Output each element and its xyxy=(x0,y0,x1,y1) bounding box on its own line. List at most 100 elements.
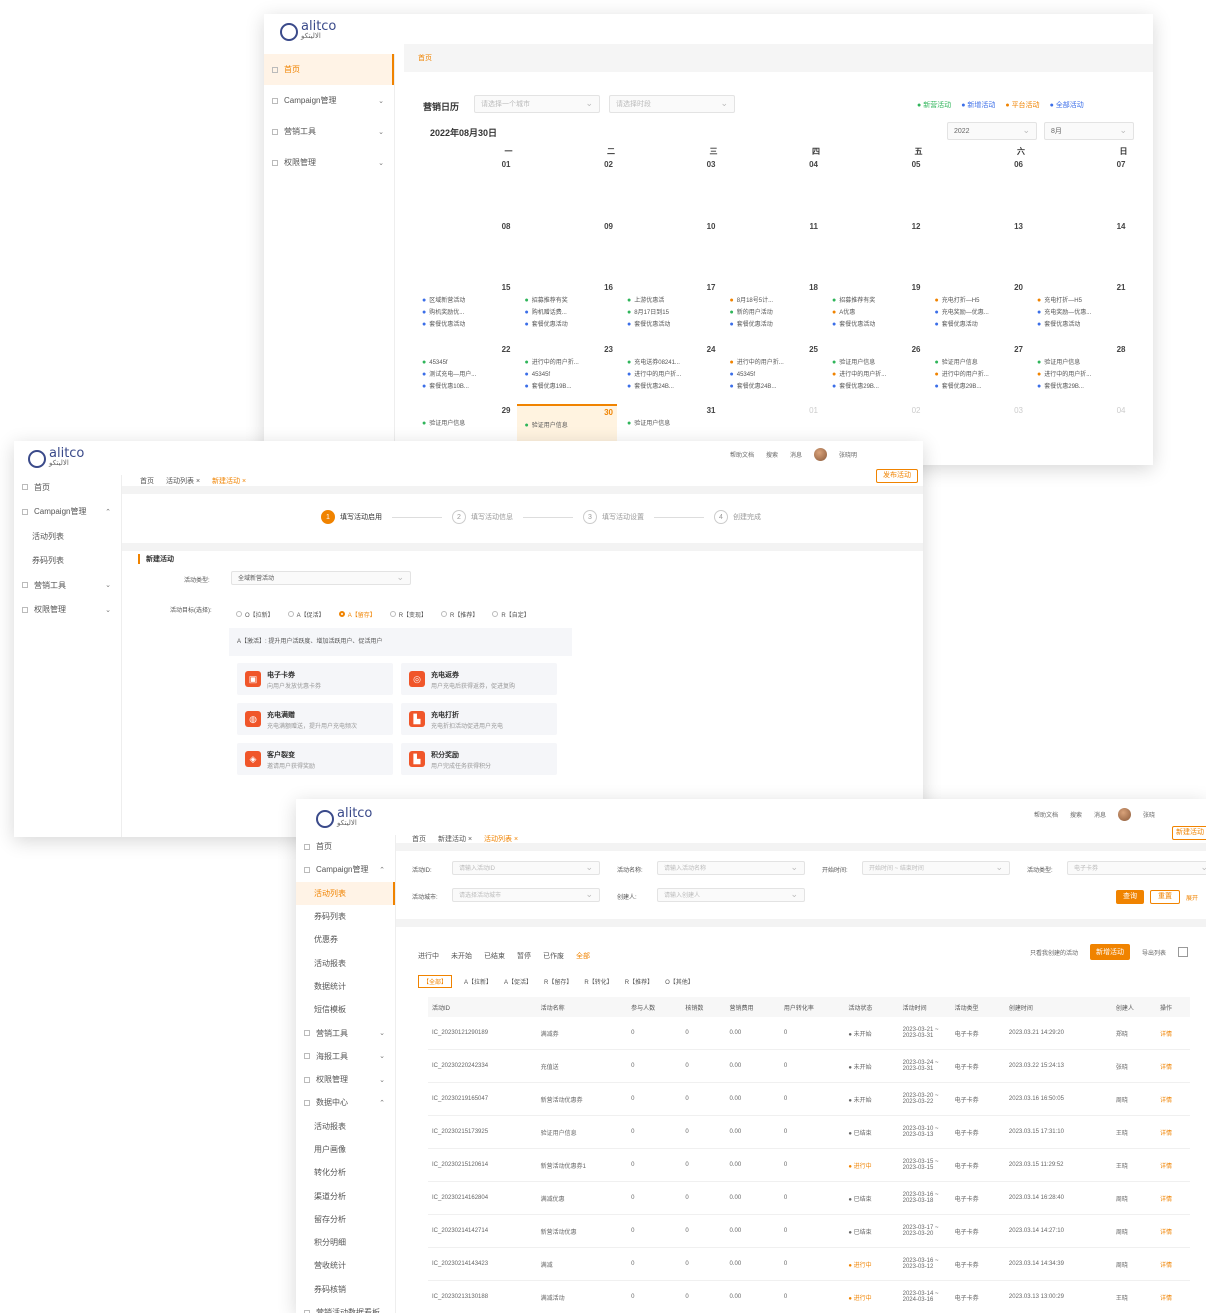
sidebar-item[interactable]: 权限管理 ⌄ xyxy=(14,598,121,623)
event-item[interactable]: ● 充电奖励—优惠... xyxy=(1037,307,1126,319)
event-item[interactable]: ● 套餐优惠29B... xyxy=(935,381,1024,393)
event-item[interactable]: ● 购机奖励优... xyxy=(422,307,511,319)
event-item[interactable]: ● 进行中的用户折... xyxy=(832,369,921,381)
legend-item[interactable]: 新营活动 xyxy=(917,100,951,110)
message-link[interactable]: 消息 xyxy=(1094,810,1106,819)
tab-item[interactable]: 新建活动 × xyxy=(212,476,246,486)
table-row[interactable]: IC_20230214162804 满减优惠 0 0 0.00 0 ● 已结束 2023-03… xyxy=(428,1181,1190,1215)
event-item[interactable]: ● 45345f xyxy=(422,357,511,369)
calendar-day[interactable]: 04 xyxy=(1029,404,1130,464)
calendar-day[interactable]: 24 ● 充电送券08241... ● 进行中的用户折... ● 套餐优惠24B... xyxy=(619,343,720,403)
table-row[interactable]: IC_20230213130188 满减活动 0 0 0.00 0 ● 进行中 2023-03… xyxy=(428,1280,1190,1313)
calendar-day[interactable]: 02 xyxy=(517,158,618,218)
sidebar-item[interactable]: Campaign管理 ⌃ xyxy=(14,500,121,525)
sidebar-item[interactable]: 券码核销 xyxy=(296,1278,395,1301)
goal-tab[interactable]: R【推荐】 xyxy=(625,977,653,986)
sidebar-item[interactable]: 数据中心 ⌃ xyxy=(296,1091,395,1114)
table-row[interactable]: IC_20230214142714 新营活动优惠 0 0 0.00 0 ● 已结束 2023-… xyxy=(428,1214,1190,1248)
type-select[interactable]: 全域新营活动 xyxy=(231,570,411,585)
calendar-day[interactable]: 28 ● 验证用户信息 ● 进行中的用户折... ● 套餐优惠29B... xyxy=(1029,343,1130,403)
tool-card[interactable]: ▙ 充电打折 充电折扣活动促进用户充电 xyxy=(401,703,557,735)
sidebar-item[interactable]: Campaign管理 ⌃ xyxy=(296,858,395,881)
tool-card[interactable]: ▣ 电子卡券 向用户发放优惠卡券 xyxy=(237,663,393,695)
filter-input[interactable]: 请输入活动ID xyxy=(452,860,600,875)
column-header[interactable]: 参与人数 xyxy=(627,997,682,1017)
sidebar-item[interactable]: 转化分析 xyxy=(296,1161,395,1184)
search-link[interactable]: 搜索 xyxy=(766,450,778,459)
table-row[interactable]: IC_20230121290189 满减券 0 0 0.00 0 ● 未开始 2023-03-… xyxy=(428,1017,1190,1050)
user-name[interactable]: 张晓 xyxy=(1143,810,1155,819)
sidebar-item[interactable]: 海报工具 ⌄ xyxy=(296,1045,395,1068)
legend-item[interactable]: 平台活动 xyxy=(1005,100,1040,110)
step-item[interactable]: 2 填写活动信息 xyxy=(452,510,513,524)
event-item[interactable]: ● 进行中的用户折... xyxy=(730,357,819,369)
tool-card[interactable]: ◍ 充电满赠 充电满额赠送，提升用户充电频次 xyxy=(237,703,393,735)
sidebar-item[interactable]: 营销工具 ⌄ xyxy=(296,1021,395,1044)
event-item[interactable]: ● 8月18号5计... xyxy=(730,295,819,307)
new-campaign-button[interactable]: 新建活动 xyxy=(1172,826,1206,840)
table-cell[interactable]: 详情 xyxy=(1155,1280,1190,1313)
column-header[interactable]: 营销费用 xyxy=(725,997,780,1017)
sidebar-item[interactable]: 活动报表 xyxy=(296,951,395,974)
sidebar-item[interactable]: 优惠券 xyxy=(296,928,395,951)
event-item[interactable]: ● A优惠 xyxy=(832,307,921,319)
sidebar-item[interactable]: 营销工具 ⌄ xyxy=(14,573,121,598)
column-header[interactable]: 活动类型 xyxy=(950,997,1005,1017)
column-header[interactable]: 操作 xyxy=(1155,997,1190,1017)
goal-tab[interactable]: 【全部】 xyxy=(418,975,453,988)
calendar-day[interactable]: 13 xyxy=(927,220,1028,280)
status-tab[interactable]: 未开始 xyxy=(451,951,472,961)
avatar[interactable] xyxy=(1118,808,1132,821)
month-select[interactable]: 8月 xyxy=(1044,121,1134,140)
sidebar-item[interactable]: 券码列表 xyxy=(296,905,395,928)
column-header[interactable]: 创建时间 xyxy=(1004,997,1112,1017)
goal-radio[interactable]: R【自定】 xyxy=(492,610,530,619)
filter-input[interactable]: 请选择活动城市 xyxy=(452,887,600,902)
event-item[interactable]: ● 验证用户信息 xyxy=(935,357,1024,369)
sidebar-item[interactable]: 营销工具 ⌄ xyxy=(264,116,394,147)
column-header[interactable]: 核销数 xyxy=(681,997,726,1017)
event-item[interactable]: ● 验证用户信息 xyxy=(422,418,511,430)
event-item[interactable]: ● 招募推荐有奖 xyxy=(525,295,614,307)
sidebar-item[interactable]: 首页 xyxy=(296,835,395,858)
brand-logo[interactable]: alitco الاليتكو xyxy=(280,20,336,41)
sidebar-item[interactable]: 积分明细 xyxy=(296,1231,395,1254)
calendar-day[interactable]: 05 xyxy=(824,158,925,218)
event-item[interactable]: ● 验证用户信息 xyxy=(525,420,614,432)
table-cell[interactable]: 详情 xyxy=(1155,1214,1190,1248)
event-item[interactable]: ● 区域新营活动 xyxy=(422,295,511,307)
table-row[interactable]: IC_20230215120614 新营活动优惠券1 0 0 0.00 0 ● 进行中 202… xyxy=(428,1148,1190,1182)
event-item[interactable]: ● 套餐优惠活动 xyxy=(832,319,921,331)
column-header[interactable]: 活动名称 xyxy=(536,997,628,1017)
column-header[interactable]: 用户转化率 xyxy=(779,997,845,1017)
tab-home[interactable]: 首页 xyxy=(418,53,432,63)
event-item[interactable]: ● 进行中的用户折... xyxy=(525,357,614,369)
sidebar-item[interactable]: 首页 xyxy=(264,54,394,85)
table-cell[interactable]: 详情 xyxy=(1155,1148,1190,1182)
event-item[interactable]: ● 套餐优惠活动 xyxy=(730,319,819,331)
sidebar-item[interactable]: 渠道分析 xyxy=(296,1184,395,1207)
calendar-day[interactable]: 16 ● 招募推荐有奖 ● 购机赠话费... ● 套餐优惠活动 xyxy=(517,281,618,341)
event-item[interactable]: ● 验证用户信息 xyxy=(627,418,716,430)
event-item[interactable]: ● 套餐优惠19B... xyxy=(525,381,614,393)
event-item[interactable]: ● 套餐优惠29B... xyxy=(1037,381,1126,393)
calendar-day[interactable]: 09 xyxy=(517,220,618,280)
step-item[interactable]: 4 创建完成 xyxy=(714,510,761,524)
event-item[interactable]: ● 45345f xyxy=(730,369,819,381)
event-item[interactable]: ● 验证用户信息 xyxy=(832,357,921,369)
sidebar-item[interactable]: 券码列表 xyxy=(14,549,121,574)
event-item[interactable]: ● 购机赠话费... xyxy=(525,307,614,319)
event-item[interactable]: ● 套餐优惠24B... xyxy=(627,381,716,393)
calendar-day[interactable]: 03 xyxy=(927,404,1028,464)
calendar-day[interactable]: 15 ● 区域新营活动 ● 购机奖励优... ● 套餐优惠活动 xyxy=(414,281,515,341)
column-header[interactable]: 创建人 xyxy=(1111,997,1156,1017)
goal-tab[interactable]: A【拉新】 xyxy=(464,977,492,986)
tab-item[interactable]: 首页 xyxy=(140,476,154,486)
status-tab[interactable]: 进行中 xyxy=(418,951,439,961)
sidebar-item[interactable]: 数据统计 xyxy=(296,975,395,998)
sidebar-item[interactable]: 营收统计 xyxy=(296,1254,395,1277)
table-row[interactable]: IC_20230219165047 新营活动优惠券 0 0 0.00 0 ● 未开始 2023… xyxy=(428,1082,1190,1116)
calendar-day[interactable]: 04 xyxy=(722,158,823,218)
filter-input[interactable]: 开始时间 ~ 结束时间 xyxy=(862,860,1010,875)
city-select[interactable]: 请选择一个城市 xyxy=(474,94,600,113)
